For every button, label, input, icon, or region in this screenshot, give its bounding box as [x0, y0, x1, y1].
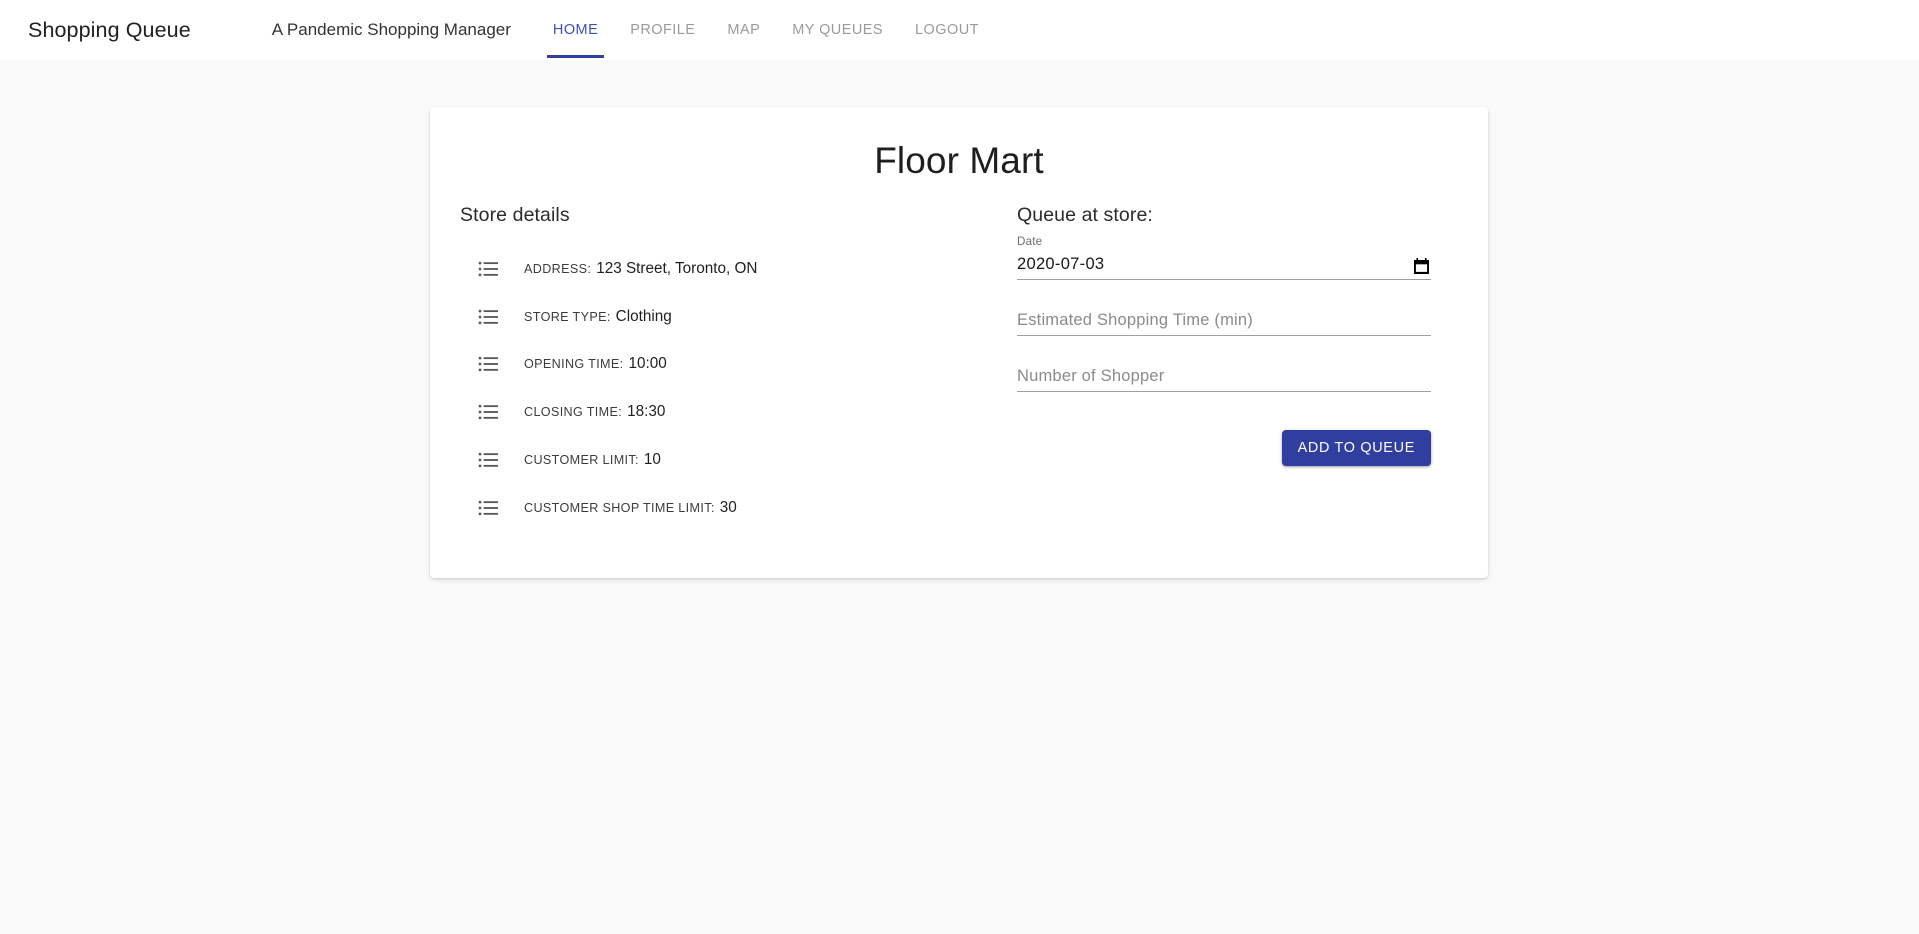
detail-value: 30 — [719, 498, 737, 516]
add-to-queue-button[interactable]: ADD TO QUEUE — [1281, 430, 1431, 466]
list-item: CLOSING TIME: 18:30 — [460, 388, 1008, 436]
queue-form-column: Queue at store: Date 2020-07-03 Estimate… — [1008, 204, 1488, 532]
page-body: Floor Mart Store details ADDRESS: 123 St… — [0, 60, 1919, 934]
date-field-wrapper: Date 2020-07-03 — [1017, 235, 1431, 280]
top-navbar: Shopping Queue A Pandemic Shopping Manag… — [0, 0, 1919, 60]
list-icon — [478, 500, 498, 516]
detail-label: CUSTOMER LIMIT: — [524, 453, 639, 468]
detail-label: STORE TYPE: — [524, 309, 611, 324]
list-icon — [478, 309, 498, 324]
date-input[interactable]: 2020-07-03 — [1017, 250, 1431, 280]
store-details-heading: Store details — [460, 204, 570, 226]
detail-value: 10:00 — [628, 355, 667, 373]
store-card: Floor Mart Store details ADDRESS: 123 St… — [430, 107, 1488, 578]
number-of-shoppers-placeholder: Number of Shopper — [1017, 367, 1165, 385]
brand-title: Shopping Queue — [28, 17, 191, 42]
list-icon — [478, 405, 498, 420]
app-subtitle: A Pandemic Shopping Manager — [271, 20, 511, 39]
detail-label: CLOSING TIME: — [524, 405, 623, 420]
nav-link-profile[interactable]: PROFILE — [614, 0, 711, 60]
estimated-time-input[interactable]: Estimated Shopping Time (min) — [1017, 306, 1431, 336]
calendar-icon[interactable] — [1413, 258, 1430, 275]
detail-value: 123 Street, Toronto, ON — [596, 259, 758, 277]
list-icon — [478, 452, 498, 468]
date-field-label: Date — [1017, 235, 1043, 248]
number-of-shoppers-field-wrapper: Number of Shopper — [1017, 362, 1431, 392]
detail-label: OPENING TIME: — [524, 357, 624, 372]
primary-nav: HOME PROFILE MAP MY QUEUES LOGOUT — [537, 0, 995, 60]
page-title: Floor Mart — [874, 140, 1044, 181]
list-item: ADDRESS: 123 Street, Toronto, ON — [460, 245, 1008, 293]
list-item: CUSTOMER LIMIT: 10 — [460, 436, 1008, 484]
list-icon — [478, 357, 498, 372]
store-details-column: Store details ADDRESS: 123 Street, Toron… — [430, 204, 1008, 532]
queue-form-heading: Queue at store: — [1017, 204, 1153, 226]
card-columns: Store details ADDRESS: 123 Street, Toron… — [430, 204, 1488, 532]
nav-link-home[interactable]: HOME — [537, 0, 614, 60]
submit-row: ADD TO QUEUE — [1017, 430, 1431, 466]
date-input-value: 2020-07-03 — [1017, 255, 1105, 273]
estimated-time-placeholder: Estimated Shopping Time (min) — [1017, 311, 1253, 329]
list-icon — [478, 261, 498, 277]
detail-value: 10 — [643, 451, 661, 469]
estimated-time-field-wrapper: Estimated Shopping Time (min) — [1017, 306, 1431, 336]
nav-link-logout[interactable]: LOGOUT — [899, 0, 995, 60]
list-item: OPENING TIME: 10:00 — [460, 341, 1008, 389]
list-item: CUSTOMER SHOP TIME LIMIT: 30 — [460, 484, 1008, 532]
detail-label: ADDRESS: — [524, 261, 592, 276]
store-details-list: ADDRESS: 123 Street, Toronto, ON STORE T… — [460, 245, 1008, 532]
list-item: STORE TYPE: Clothing — [460, 293, 1008, 341]
nav-link-map[interactable]: MAP — [711, 0, 776, 60]
nav-link-my-queues[interactable]: MY QUEUES — [776, 0, 899, 60]
detail-label: CUSTOMER SHOP TIME LIMIT: — [524, 500, 715, 515]
detail-value: 18:30 — [627, 403, 666, 421]
detail-value: Clothing — [615, 307, 672, 325]
number-of-shoppers-input[interactable]: Number of Shopper — [1017, 362, 1431, 392]
